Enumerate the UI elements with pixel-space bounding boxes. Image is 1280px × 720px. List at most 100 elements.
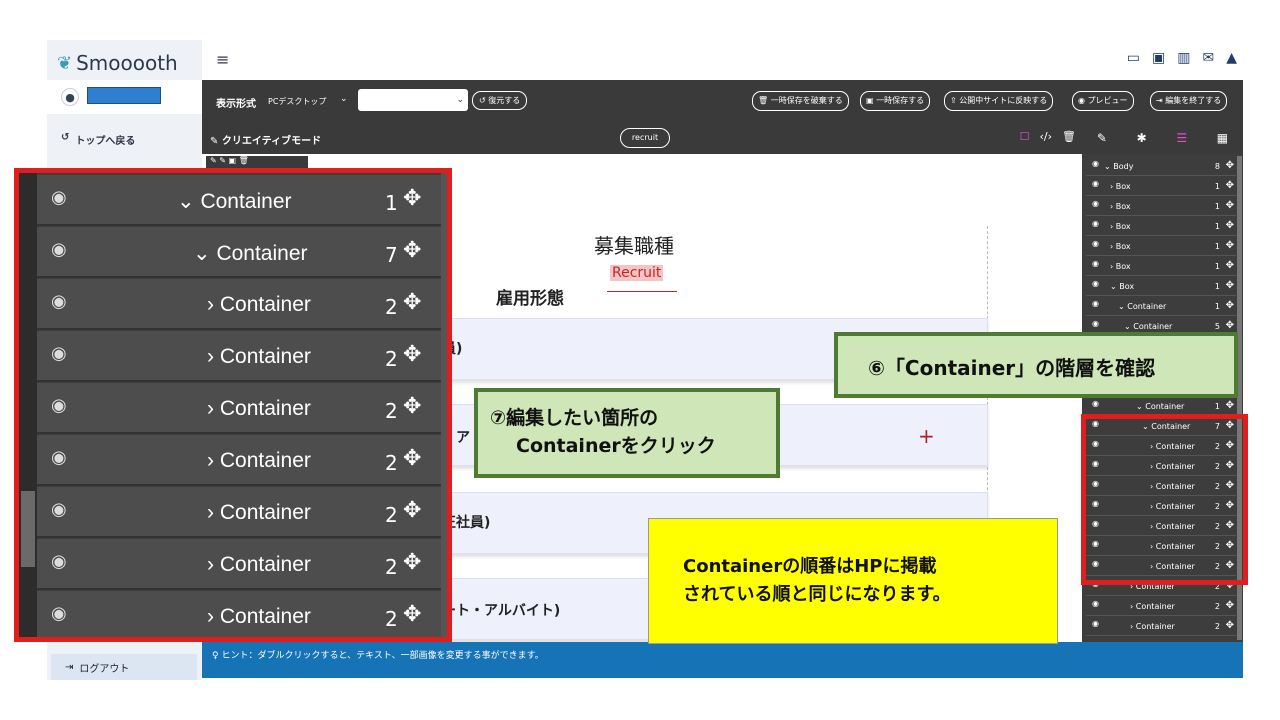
expand-chevron-icon[interactable]: › (1110, 202, 1113, 211)
eye-icon[interactable]: ◉ (1092, 159, 1099, 168)
mail-icon[interactable]: ✉ (1202, 50, 1214, 66)
structure-row[interactable]: ◉ › Container 2 ✥ (1086, 616, 1236, 636)
structure-row[interactable]: ◉ ⌄ Box 1 ✥ (1086, 276, 1236, 296)
structure-row[interactable]: ◉ ⌄ Container 1 ✥ (1086, 296, 1236, 316)
move-handle-icon[interactable]: ✥ (403, 550, 421, 575)
expand-chevron-icon[interactable]: ⌄ (1118, 302, 1125, 311)
expand-chevron-icon[interactable]: ⌄ (177, 190, 195, 213)
publish-button[interactable]: ⇪ 公開中サイトに反映する (944, 91, 1054, 111)
move-handle-icon[interactable]: ✥ (403, 342, 421, 367)
eye-icon[interactable]: ◉ (51, 239, 67, 260)
eye-icon[interactable]: ◉ (1092, 599, 1099, 608)
restore-button[interactable]: ↺ 復元する (472, 91, 528, 110)
employment-type-heading[interactable]: 雇用形態 (496, 284, 564, 309)
eye-icon[interactable]: ◉ (1092, 279, 1099, 288)
move-handle-icon[interactable]: ✥ (1226, 240, 1234, 251)
grid-icon[interactable]: ▦ (1217, 131, 1228, 145)
finish-edit-button[interactable]: ⇥ 編集を終了する (1150, 91, 1228, 111)
move-handle-icon[interactable]: ✥ (403, 186, 421, 211)
expand-chevron-icon[interactable]: › (207, 293, 214, 316)
move-handle-icon[interactable]: ✥ (403, 498, 421, 523)
move-handle-icon[interactable]: ✥ (1226, 200, 1234, 211)
expand-chevron-icon[interactable]: ⌄ (1104, 162, 1111, 171)
eye-icon[interactable]: ◉ (1092, 239, 1099, 248)
expand-chevron-icon[interactable]: ⌄ (1124, 322, 1131, 331)
logout-button[interactable]: ⇥ ログアウト (51, 654, 197, 680)
structure-row[interactable]: ◉ ⌄ Body 8 ✥ (1086, 156, 1236, 176)
eye-icon[interactable]: ◉ (1092, 219, 1099, 228)
recruit-label[interactable]: Recruit (610, 265, 664, 281)
zoom-scrollbar[interactable] (441, 173, 447, 637)
book-icon[interactable]: ▥ (1177, 50, 1190, 66)
expand-chevron-icon[interactable]: ⌄ (193, 242, 211, 265)
gear-icon[interactable]: ✱ (1137, 131, 1147, 145)
back-to-top-link[interactable]: ↺ トップへ戻る (61, 132, 135, 147)
zoom-structure-row[interactable]: ◉ › Container 2 ✥ (37, 591, 441, 637)
eye-icon[interactable]: ◉ (51, 343, 67, 364)
move-handle-icon[interactable]: ✥ (1226, 320, 1234, 331)
zoom-structure-row[interactable]: ◉ ⌄ Container 1 ✥ (37, 175, 441, 226)
expand-chevron-icon[interactable]: ⌄ (1136, 402, 1143, 411)
eye-icon[interactable]: ◉ (1092, 199, 1099, 208)
eye-icon[interactable]: ◉ (51, 603, 67, 624)
expand-chevron-icon[interactable]: › (1110, 242, 1113, 251)
web-icon[interactable]: ▣ (1152, 50, 1165, 66)
move-handle-icon[interactable]: ✥ (1226, 400, 1234, 411)
chevron-down-icon[interactable]: ⌄ (340, 94, 348, 104)
eye-icon[interactable]: ◉ (1092, 259, 1099, 268)
move-handle-icon[interactable]: ✥ (1226, 160, 1234, 171)
move-handle-icon[interactable]: ✥ (403, 238, 421, 263)
expand-chevron-icon[interactable]: › (1110, 182, 1113, 191)
discard-temp-button[interactable]: 🗑 一時保存を破棄する (752, 91, 849, 111)
move-handle-icon[interactable]: ✥ (403, 602, 421, 627)
section-title[interactable]: 募集職種 (594, 230, 674, 259)
structure-row[interactable]: ◉ ⌄ Container 1 ✥ (1086, 396, 1236, 416)
expand-chevron-icon[interactable]: › (207, 397, 214, 420)
menu-icon[interactable]: ≡ (216, 50, 229, 69)
expand-chevron-icon[interactable]: ⌄ (1110, 282, 1117, 291)
expand-chevron-icon[interactable]: › (1130, 602, 1133, 611)
code-icon[interactable]: ‹/› (1040, 130, 1053, 143)
preview-button[interactable]: ◉ プレビュー (1072, 91, 1134, 111)
zoom-structure-row[interactable]: ◉ › Container 2 ✥ (37, 487, 441, 538)
page-name-pill[interactable]: recruit (620, 128, 670, 148)
desktop-icon[interactable]: ▭ (1127, 50, 1140, 66)
zoom-structure-row[interactable]: ◉ › Container 2 ✥ (37, 279, 441, 330)
zoom-left-scroll-thumb[interactable] (21, 491, 35, 567)
move-handle-icon[interactable]: ✥ (1226, 600, 1234, 611)
expand-chevron-icon[interactable]: › (207, 449, 214, 472)
expand-chevron-icon[interactable]: › (207, 501, 214, 524)
zoom-structure-row[interactable]: ◉ › Container 2 ✥ (37, 331, 441, 382)
zoom-structure-row[interactable]: ◉ › Container 2 ✥ (37, 435, 441, 486)
zoom-structure-row[interactable]: ◉ › Container 2 ✥ (37, 383, 441, 434)
logo[interactable]: ❦ Smooooth (57, 50, 178, 76)
move-handle-icon[interactable]: ✥ (403, 446, 421, 471)
expand-chevron-icon[interactable]: › (1110, 262, 1113, 271)
eye-icon[interactable]: ◉ (51, 291, 67, 312)
structure-row[interactable]: ◉ › Box 1 ✥ (1086, 176, 1236, 196)
eye-icon[interactable]: ◉ (51, 551, 67, 572)
trash-icon[interactable]: 🗑 (1062, 130, 1076, 143)
page-select[interactable]: ⌄ (358, 89, 468, 111)
brush-icon[interactable]: ✎ (1097, 131, 1107, 145)
expand-chevron-icon[interactable]: › (207, 553, 214, 576)
eye-icon[interactable]: ◉ (51, 499, 67, 520)
display-mode-select[interactable]: PCデスクトップ (268, 96, 326, 107)
eye-icon[interactable]: ◉ (51, 187, 67, 208)
eye-icon[interactable]: ◉ (51, 395, 67, 416)
bell-icon[interactable]: ▲ (1226, 50, 1237, 66)
move-handle-icon[interactable]: ✥ (1226, 300, 1234, 311)
structure-row[interactable]: ◉ › Box 1 ✥ (1086, 236, 1236, 256)
select-box-icon[interactable]: ☐ (1020, 130, 1030, 143)
move-handle-icon[interactable]: ✥ (1226, 180, 1234, 191)
move-handle-icon[interactable]: ✥ (403, 394, 421, 419)
plus-icon[interactable]: + (918, 424, 935, 448)
eye-icon[interactable]: ◉ (1092, 399, 1099, 408)
move-handle-icon[interactable]: ✥ (1226, 620, 1234, 631)
eye-icon[interactable]: ◉ (1092, 299, 1099, 308)
expand-chevron-icon[interactable]: › (1130, 622, 1133, 631)
eye-icon[interactable]: ◉ (1092, 319, 1099, 328)
structure-row[interactable]: ◉ › Box 1 ✥ (1086, 256, 1236, 276)
structure-row[interactable]: ◉ › Container 2 ✥ (1086, 596, 1236, 616)
expand-chevron-icon[interactable]: › (207, 345, 214, 368)
